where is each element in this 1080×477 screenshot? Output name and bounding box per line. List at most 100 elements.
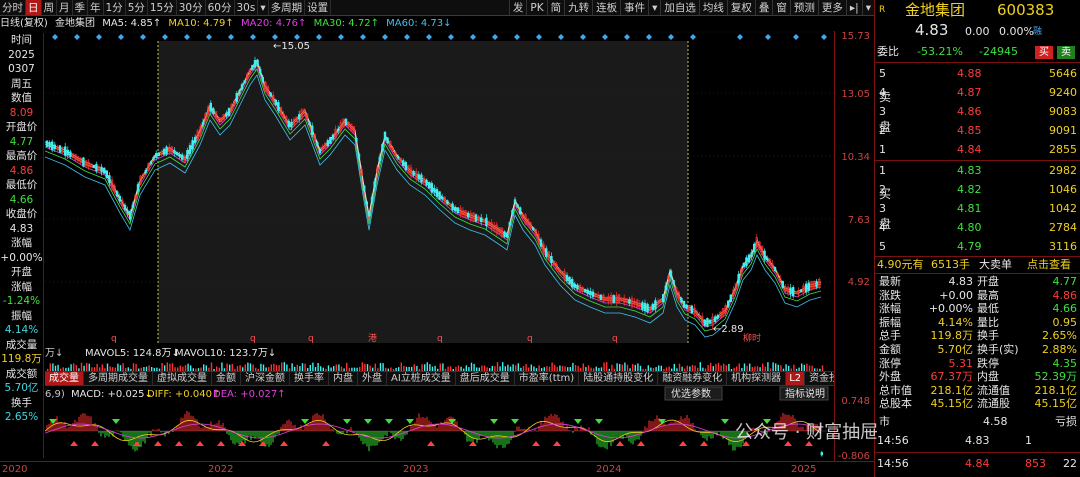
period-tab-10[interactable]: 60分 [206,0,235,15]
ask-price: 4.88 [957,67,982,80]
event-marker[interactable] [272,34,278,40]
event-annotation[interactable]: q [527,334,533,344]
tool-button-6[interactable]: ▾ [648,0,660,15]
tool-button-8[interactable]: 均线 [698,0,727,15]
candle-body [466,212,470,218]
period-tab-11[interactable]: 30s [235,0,259,15]
candle-body [326,140,329,147]
event-marker[interactable] [470,34,476,40]
tool-button-7[interactable]: 加自选 [660,0,699,15]
event-marker[interactable] [294,34,300,40]
period-tab-4[interactable]: 季 [73,0,88,15]
tool-button-13[interactable]: 更多 [817,0,846,15]
event-marker[interactable] [624,34,630,40]
event-annotation[interactable]: q [111,334,117,344]
tool-button-4[interactable]: 连板 [592,0,620,15]
tool-button-11[interactable]: 窗 [772,0,790,15]
indicator-tab-12[interactable]: 融资融券变化 [658,372,728,385]
indicator-tab-13[interactable]: 机构探测器 [727,372,787,385]
event-marker[interactable] [96,34,102,40]
event-marker[interactable] [690,34,696,40]
event-marker[interactable] [382,34,388,40]
event-marker[interactable] [206,34,212,40]
period-tab-6[interactable]: 1分 [104,0,126,15]
period-tab-13[interactable]: 多周期 [269,0,306,15]
event-marker[interactable] [360,34,366,40]
event-marker[interactable] [184,34,190,40]
event-marker[interactable] [492,34,498,40]
period-tab-8[interactable]: 15分 [148,0,177,15]
indicator-tab-7[interactable]: 外盘 [358,372,387,385]
event-marker[interactable] [250,34,256,40]
event-annotation[interactable]: 港 [368,332,377,344]
chart-mode-label[interactable]: 日线(复权) [0,18,48,29]
indicator-tab-0[interactable]: 成交量 [45,372,84,385]
event-marker[interactable] [821,34,827,40]
event-marker[interactable] [140,34,146,40]
event-marker[interactable] [448,34,454,40]
tool-button-2[interactable]: 简 [546,0,565,15]
tool-button-3[interactable]: 九转 [564,0,592,15]
indicator-tab-3[interactable]: 金额 [212,372,241,385]
indicator-tab-4[interactable]: 沪深金额 [241,372,290,385]
indicator-tab-9[interactable]: 盘后成交量 [456,372,515,385]
tool-button-12[interactable]: 预测 [789,0,818,15]
indicator-tab-10[interactable]: 市盈率(ttm) [515,372,580,385]
event-marker[interactable] [580,34,586,40]
period-tab-2[interactable]: 周 [42,0,57,15]
indicator-tab-5[interactable]: 换手率 [290,372,329,385]
tool-button-1[interactable]: PK [526,0,546,15]
tool-button-10[interactable]: 叠 [754,0,773,15]
tool-button-14[interactable]: ▸| [845,0,862,15]
event-marker[interactable] [74,34,80,40]
event-marker[interactable] [765,34,771,40]
event-marker[interactable] [558,34,564,40]
volume-bar [80,362,83,371]
period-tab-0[interactable]: 分时 [0,0,26,15]
event-annotation[interactable]: q [612,334,618,344]
indicator-tab-6[interactable]: 内盘 [329,372,358,385]
volume-bar [86,363,88,371]
event-marker[interactable] [228,34,234,40]
event-marker[interactable] [118,34,124,40]
indicator-tab-1[interactable]: 多周期成交量 [84,372,153,385]
event-marker[interactable] [536,34,542,40]
event-marker[interactable] [316,34,322,40]
period-tab-5[interactable]: 年 [88,0,104,15]
indicator-tabs: 成交量 多周期成交量 虚拟成交量 金额 沪深金额 换手率 内盘 外盘 AI立桩成交量 盘后成交量市… [45,371,834,386]
indicator-tab-11[interactable]: 陆股通持股变化 [579,372,659,385]
period-tab-1[interactable]: 日 [26,0,42,15]
volume-bar [231,363,233,371]
event-marker[interactable] [338,34,344,40]
event-marker[interactable] [162,34,168,40]
tool-button-15[interactable]: ▾ [861,0,874,15]
view-big-order-link[interactable]: 点击查看 [1027,257,1071,273]
indicator-tab-14[interactable]: 资金抄底 [805,372,834,385]
event-marker[interactable] [602,34,608,40]
period-tab-7[interactable]: 5分 [126,0,148,15]
tool-button-0[interactable]: 发 [508,0,527,15]
event-marker[interactable] [668,34,674,40]
event-annotation[interactable]: 柳时 [743,332,761,344]
tool-button-9[interactable]: 复权 [726,0,755,15]
event-marker[interactable] [426,34,432,40]
period-tab-9[interactable]: 30分 [177,0,206,15]
event-annotation[interactable]: q [308,334,314,344]
event-annotation[interactable]: q [250,334,256,344]
period-tab-14[interactable]: 设置 [305,0,332,15]
period-tab-12[interactable]: ▾ [258,0,269,15]
sell-button[interactable]: 卖 [1057,46,1075,59]
event-marker[interactable] [52,34,58,40]
event-marker[interactable] [514,34,520,40]
event-marker[interactable] [404,34,410,40]
buy-button[interactable]: 买 [1035,46,1053,59]
tool-button-5[interactable]: 事件 [620,0,648,15]
event-marker[interactable] [793,34,799,40]
event-marker[interactable] [646,34,652,40]
indicator-tab-8[interactable]: AI立桩成交量 [387,372,456,385]
event-marker[interactable] [737,34,743,40]
kline-chart[interactable]: ←15.05 ←2.89 q q q 港 q q q 柳时万↓ MAVOL5: 124.8万↓MAV… [45,31,834,461]
event-annotation[interactable]: q [437,334,443,344]
indicator-tab-2[interactable]: 虚拟成交量 [153,372,212,385]
period-tab-3[interactable]: 月 [57,0,73,15]
